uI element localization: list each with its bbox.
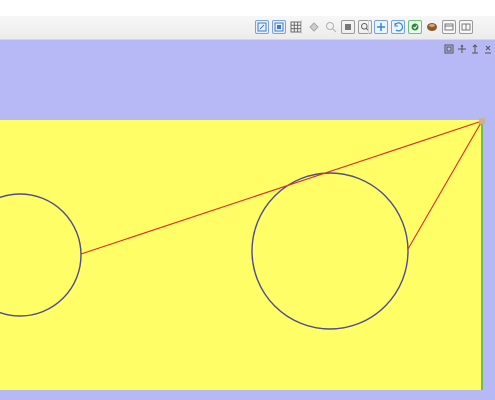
layout-icon[interactable] [459, 20, 473, 34]
toolbar-group-view [255, 20, 303, 34]
selection-mode-icon[interactable] [374, 20, 388, 34]
draw-point-icon[interactable] [307, 20, 321, 34]
view-zoom-window-icon[interactable] [272, 20, 286, 34]
view-toolbar [0, 16, 495, 40]
toolbar-group-zoom [299, 20, 372, 34]
yellow-sketch-plane [0, 120, 482, 390]
graphics-viewport[interactable] [0, 40, 495, 400]
zoom-box-icon[interactable] [341, 20, 355, 34]
panel-icon[interactable] [442, 20, 456, 34]
cad-window [0, 0, 495, 400]
vertex-marker[interactable] [479, 118, 485, 124]
toolbar-group-display [366, 20, 473, 34]
model-drawing[interactable] [0, 40, 495, 400]
toolbar-separator [301, 20, 302, 34]
window-top-strip [0, 0, 495, 16]
rotate-icon[interactable] [391, 20, 405, 34]
zoom-in-icon[interactable] [324, 20, 338, 34]
toolbar-separator [368, 20, 369, 34]
render-mode-icon[interactable] [408, 20, 422, 34]
view-fit-icon[interactable] [255, 20, 269, 34]
shading-icon[interactable] [425, 20, 439, 34]
